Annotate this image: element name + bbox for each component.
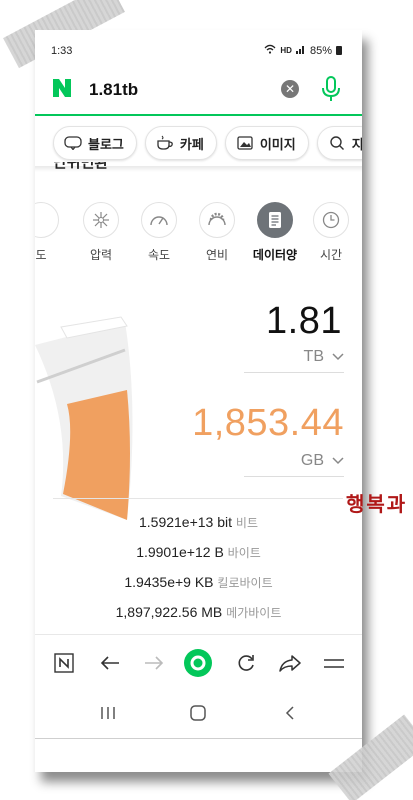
mic-icon[interactable] [319, 76, 343, 102]
thermometer-icon [35, 202, 59, 238]
chip-image[interactable]: 이미지 [224, 126, 309, 160]
forward-arrow-icon[interactable] [139, 648, 169, 678]
status-time: 1:33 [51, 45, 73, 57]
result-row: 1.5921e+13 bit 비트 [138, 514, 259, 530]
signal-icon [295, 44, 306, 57]
home-button-icon[interactable] [183, 700, 213, 726]
divider [35, 634, 362, 635]
search-icon [328, 134, 346, 152]
cafe-icon [156, 134, 174, 152]
chevron-down-icon [332, 452, 344, 470]
battery-icon [336, 46, 342, 55]
search-tab-chips: 블로그 카페 이미지 지 [35, 126, 362, 160]
blog-icon [64, 134, 82, 152]
result-row: 1.9901e+12 B 바이트 [136, 544, 261, 560]
tab-speed[interactable]: 속도 [133, 202, 185, 263]
battery-percent: 85% [309, 44, 332, 57]
phone-screen: 1:33 HD 85% 1.81tb ✕ 블로그 카페 이미지 지 단위변환 도… [35, 30, 362, 772]
wifi-icon [264, 44, 276, 57]
tab-pressure[interactable]: 압력 [75, 202, 127, 263]
document-icon [257, 202, 293, 238]
tab-time[interactable]: 시간 [305, 202, 357, 263]
chip-cafe[interactable]: 카페 [144, 126, 217, 160]
recent-apps-icon[interactable] [93, 700, 123, 726]
tab-temperature[interactable]: 도 [35, 202, 67, 263]
divider [53, 498, 343, 499]
refresh-icon[interactable] [231, 648, 261, 678]
watermark-text: 행복과 [346, 492, 408, 516]
search-bar: 1.81tb ✕ [35, 70, 362, 116]
speedometer-icon [141, 202, 177, 238]
chip-label: 블로그 [88, 136, 124, 152]
chip-blog[interactable]: 블로그 [53, 126, 137, 160]
conversion-gauge [35, 316, 133, 520]
tab-data-amount[interactable]: 데이터양 [249, 202, 301, 263]
chip-label: 이미지 [259, 136, 296, 152]
back-button-icon[interactable] [275, 700, 305, 726]
tab-fuel-efficiency[interactable]: 연비 [191, 202, 243, 263]
system-nav-bar [35, 698, 362, 728]
fuel-gauge-icon [199, 202, 235, 238]
output-value[interactable]: 1,853.44 [192, 402, 344, 445]
image-icon [236, 134, 254, 152]
green-dot-home-icon[interactable] [183, 648, 213, 678]
clear-icon[interactable]: ✕ [281, 80, 299, 98]
output-unit-label: GB [300, 452, 324, 469]
chip-label: 지 [351, 136, 362, 152]
naver-home-icon[interactable] [49, 648, 79, 678]
divider [35, 738, 362, 739]
divider [244, 476, 344, 477]
output-unit-select[interactable]: GB [301, 452, 344, 470]
status-bar: 1:33 HD 85% [35, 40, 362, 62]
back-arrow-icon[interactable] [95, 648, 125, 678]
input-value[interactable]: 1.81 [266, 300, 342, 343]
pressure-icon [83, 202, 119, 238]
menu-icon[interactable] [319, 648, 349, 678]
converter-title: 단위변환 [53, 162, 109, 171]
status-indicators: HD 85% [264, 44, 342, 57]
input-unit-label: TB [303, 348, 324, 365]
unit-category-tabs: 도 압력 속도 연비 데이터양 시간 [35, 202, 362, 272]
share-icon[interactable] [275, 648, 305, 678]
chip-knowledge[interactable]: 지 [316, 126, 362, 160]
result-row: 1,897,922.56 MB 메가바이트 [115, 604, 282, 620]
divider [244, 372, 344, 373]
input-unit-select[interactable]: TB [304, 348, 344, 366]
chip-label: 카페 [179, 136, 204, 152]
search-input[interactable]: 1.81tb [89, 80, 138, 100]
clock-icon [313, 202, 349, 238]
naver-logo-icon[interactable] [51, 77, 75, 101]
result-row: 1.9435e+9 KB 킬로바이트 [124, 574, 273, 590]
conversion-results: 1.5921e+13 bit 비트 1.9901e+12 B 바이트 1.943… [35, 514, 362, 634]
browser-toolbar [35, 646, 362, 682]
gauge-fill [63, 390, 130, 520]
chevron-down-icon [332, 348, 344, 366]
hd-indicator: HD [280, 46, 292, 55]
